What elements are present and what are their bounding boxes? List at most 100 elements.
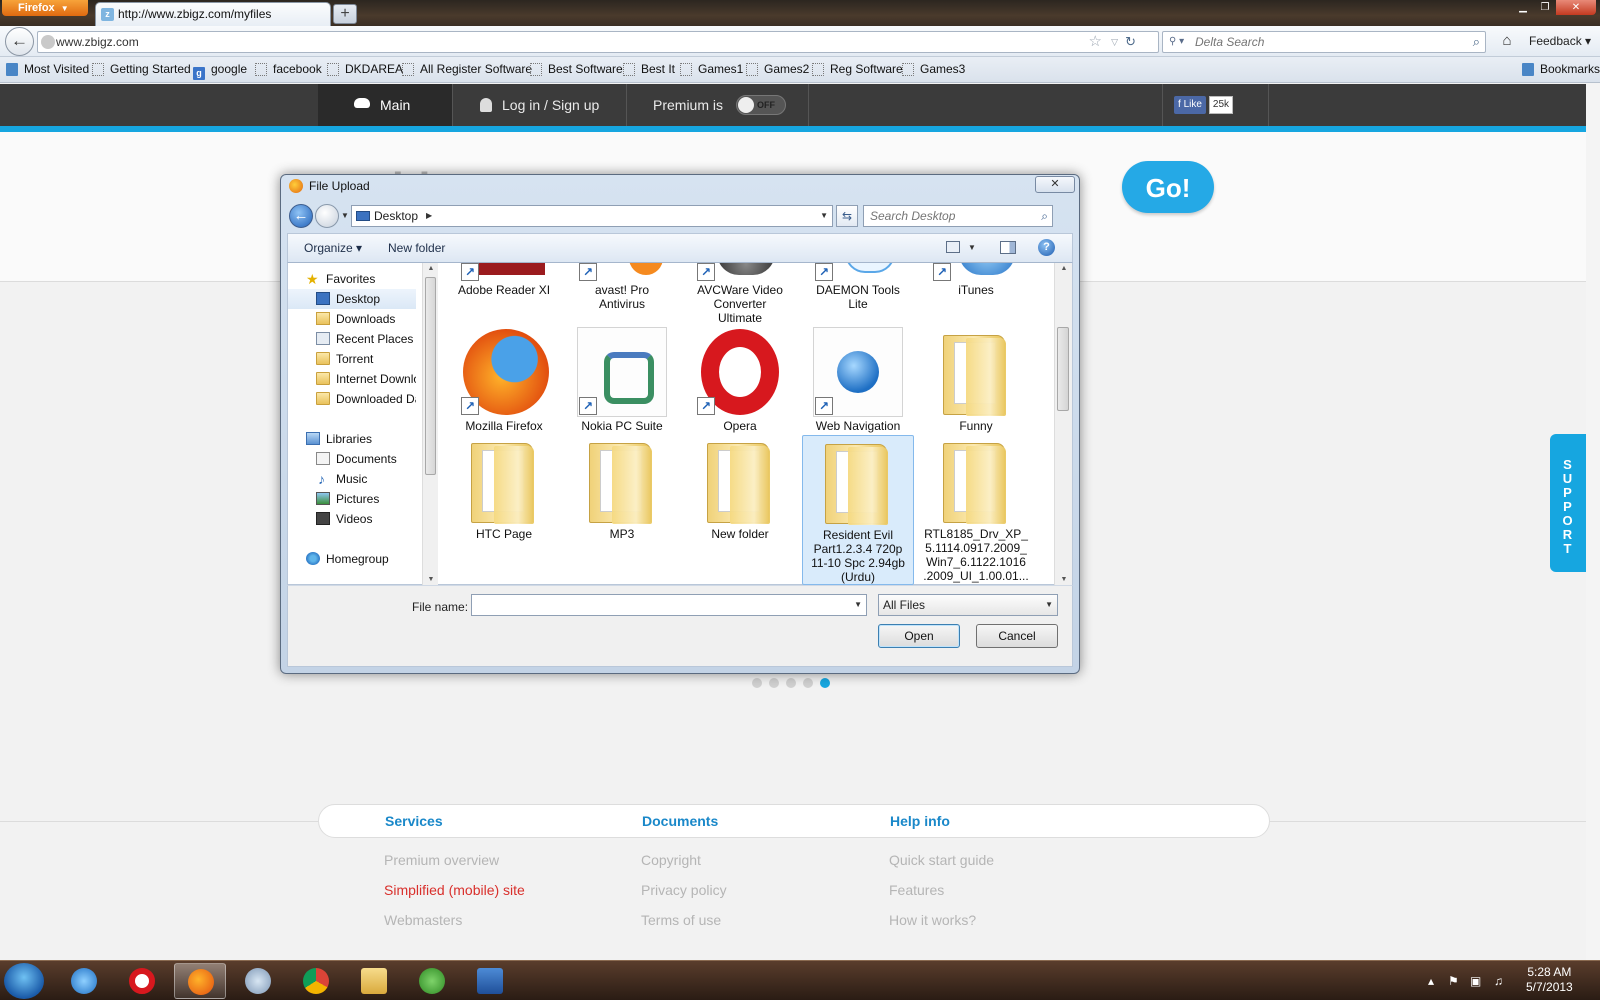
open-button[interactable]: Open: [878, 624, 960, 648]
nav-recent-places[interactable]: Recent Places: [288, 329, 416, 349]
breadcrumb-location[interactable]: Desktop: [374, 206, 418, 226]
taskbar-internet-explorer[interactable]: [58, 963, 110, 999]
file-item-avast[interactable]: ↗ avast! Pro Antivirus: [566, 263, 678, 311]
network-icon[interactable]: ▣: [1470, 961, 1481, 1000]
go-button[interactable]: Go!: [1122, 147, 1214, 213]
footer-link-mobile-site[interactable]: Simplified (mobile) site: [384, 882, 525, 898]
site-identity-icon[interactable]: [41, 35, 55, 49]
bookmark-best-software[interactable]: Best Software: [530, 57, 623, 82]
bookmark-games2[interactable]: Games2: [746, 57, 809, 82]
navigation-pane-scrollbar[interactable]: ▲ ▼: [422, 263, 438, 585]
footer-link-privacy[interactable]: Privacy policy: [641, 882, 727, 898]
file-list-scrollbar[interactable]: ▲ ▼: [1054, 263, 1072, 585]
scroll-up-icon[interactable]: ▲: [1055, 265, 1073, 272]
scroll-down-icon[interactable]: ▼: [423, 576, 439, 583]
nav-pictures[interactable]: Pictures: [288, 489, 416, 509]
address-bar[interactable]: www.zbigz.com ☆ ▽ ↻: [37, 31, 1159, 53]
file-item-avcware[interactable]: ↗ AVCWare Video Converter Ultimate: [684, 263, 796, 325]
file-item-nokia-pc-suite[interactable]: ↗ Nokia PC Suite: [566, 327, 678, 433]
nav-main-link[interactable]: Main: [318, 84, 452, 126]
taskbar-explorer[interactable]: [348, 963, 400, 999]
search-bar[interactable]: ⚲ ▾ ⌕: [1162, 31, 1486, 53]
tab-zbigz-myfiles[interactable]: z http://www.zbigz.com/myfiles: [95, 2, 331, 26]
file-item-itunes[interactable]: ↗ iTunes: [920, 263, 1032, 297]
bookmark-reg-software[interactable]: Reg Software: [812, 57, 903, 82]
file-name-field[interactable]: ▼: [471, 594, 867, 616]
nav-desktop[interactable]: Desktop: [288, 289, 416, 309]
dialog-forward-button[interactable]: [315, 204, 339, 228]
taskbar-chrome[interactable]: [290, 963, 342, 999]
carousel-dot[interactable]: [803, 678, 813, 688]
premium-toggle[interactable]: OFF: [736, 95, 786, 115]
nav-videos[interactable]: Videos: [288, 509, 416, 529]
footer-link-quick-start[interactable]: Quick start guide: [889, 852, 994, 868]
facebook-like-button[interactable]: f Like: [1174, 96, 1206, 114]
dialog-search-box[interactable]: ⌕: [863, 205, 1053, 227]
dialog-back-button[interactable]: ←: [289, 204, 313, 228]
back-button[interactable]: ←: [5, 27, 34, 56]
bookmark-dkdarea[interactable]: DKDAREA: [327, 57, 403, 82]
nav-music[interactable]: ♪ Music: [288, 469, 416, 489]
scrollbar-thumb[interactable]: [425, 277, 436, 475]
carousel-dot-active[interactable]: [820, 678, 830, 688]
restore-icon[interactable]: ❐: [1534, 0, 1556, 15]
action-center-flag-icon[interactable]: ⚑: [1448, 961, 1459, 1000]
start-button[interactable]: [4, 963, 44, 999]
show-hidden-icons-icon[interactable]: ▴: [1428, 961, 1434, 1000]
taskbar-app-settings[interactable]: [232, 963, 284, 999]
bookmark-games3[interactable]: Games3: [902, 57, 965, 82]
file-item-htc-page[interactable]: HTC Page: [448, 435, 560, 541]
footer-link-how-it-works[interactable]: How it works?: [889, 912, 976, 928]
footer-link-webmasters[interactable]: Webmasters: [384, 912, 462, 928]
breadcrumb-chevron-icon[interactable]: ▶: [426, 206, 432, 226]
footer-link-features[interactable]: Features: [889, 882, 944, 898]
dialog-close-button[interactable]: ✕: [1035, 176, 1075, 193]
nav-libraries[interactable]: Libraries: [288, 429, 416, 449]
file-type-dropdown-icon[interactable]: ▼: [1045, 595, 1053, 615]
support-tab[interactable]: SUPPORT: [1550, 434, 1586, 572]
new-folder-button[interactable]: New folder: [388, 234, 445, 262]
close-icon[interactable]: ✕: [1556, 0, 1596, 15]
nav-documents[interactable]: Documents: [288, 449, 416, 469]
history-dropdown-icon[interactable]: ▽: [1111, 32, 1118, 52]
file-item-funny[interactable]: Funny: [920, 327, 1032, 433]
home-icon[interactable]: ⌂: [1497, 31, 1517, 51]
minimize-icon[interactable]: ▁: [1512, 0, 1534, 15]
bookmark-getting-started[interactable]: Getting Started: [92, 57, 191, 82]
change-view-icon[interactable]: [946, 241, 960, 253]
nav-downloaded-data[interactable]: Downloaded Dat: [288, 389, 416, 409]
new-tab-button[interactable]: +: [333, 4, 357, 24]
taskbar-firefox[interactable]: [174, 963, 226, 999]
carousel-dot[interactable]: [752, 678, 762, 688]
bookmark-most-visited[interactable]: Most Visited: [6, 57, 89, 82]
taskbar-word[interactable]: [464, 963, 516, 999]
feedback-button[interactable]: Feedback ▾: [1529, 26, 1591, 57]
search-icon[interactable]: ⌕: [1473, 32, 1480, 52]
volume-icon[interactable]: ♫: [1494, 961, 1503, 1000]
footer-link-terms[interactable]: Terms of use: [641, 912, 721, 928]
view-options-dropdown-icon[interactable]: ▼: [968, 234, 976, 262]
dialog-breadcrumb[interactable]: Desktop ▶ ▼: [351, 205, 833, 227]
nav-login-link[interactable]: Log in / Sign up: [480, 84, 599, 126]
file-type-select[interactable]: All Files ▼: [878, 594, 1058, 616]
search-engine-icon[interactable]: ⚲ ▾: [1169, 32, 1184, 52]
search-icon[interactable]: ⌕: [1041, 206, 1048, 226]
file-item-opera[interactable]: ↗ Opera: [684, 327, 796, 433]
breadcrumb-dropdown-icon[interactable]: ▼: [820, 206, 828, 226]
nav-downloads[interactable]: Downloads: [288, 309, 416, 329]
scroll-up-icon[interactable]: ▲: [423, 265, 439, 272]
file-item-daemon-tools[interactable]: ↗ DAEMON Tools Lite: [802, 263, 914, 311]
facebook-like-widget[interactable]: f Like 25k: [1174, 96, 1234, 114]
preview-pane-icon[interactable]: [1000, 241, 1016, 254]
scrollbar-thumb[interactable]: [1057, 327, 1069, 411]
bookmark-all-register-software[interactable]: All Register Software: [402, 57, 532, 82]
file-item-resident-evil[interactable]: Resident Evil Part1.2.3.4 720p 11-10 Spc…: [802, 435, 914, 585]
taskbar-utorrent[interactable]: [406, 963, 458, 999]
dialog-refresh-button[interactable]: ⇆: [836, 205, 858, 227]
nav-internet-downloads[interactable]: Internet Downloa: [288, 369, 416, 389]
file-item-mp3[interactable]: MP3: [566, 435, 678, 541]
bookmark-google[interactable]: g google: [193, 57, 247, 82]
bookmark-facebook[interactable]: facebook: [255, 57, 322, 82]
scroll-down-icon[interactable]: ▼: [1055, 576, 1073, 583]
file-item-adobe-reader[interactable]: ↗ Adobe Reader XI: [448, 263, 560, 297]
